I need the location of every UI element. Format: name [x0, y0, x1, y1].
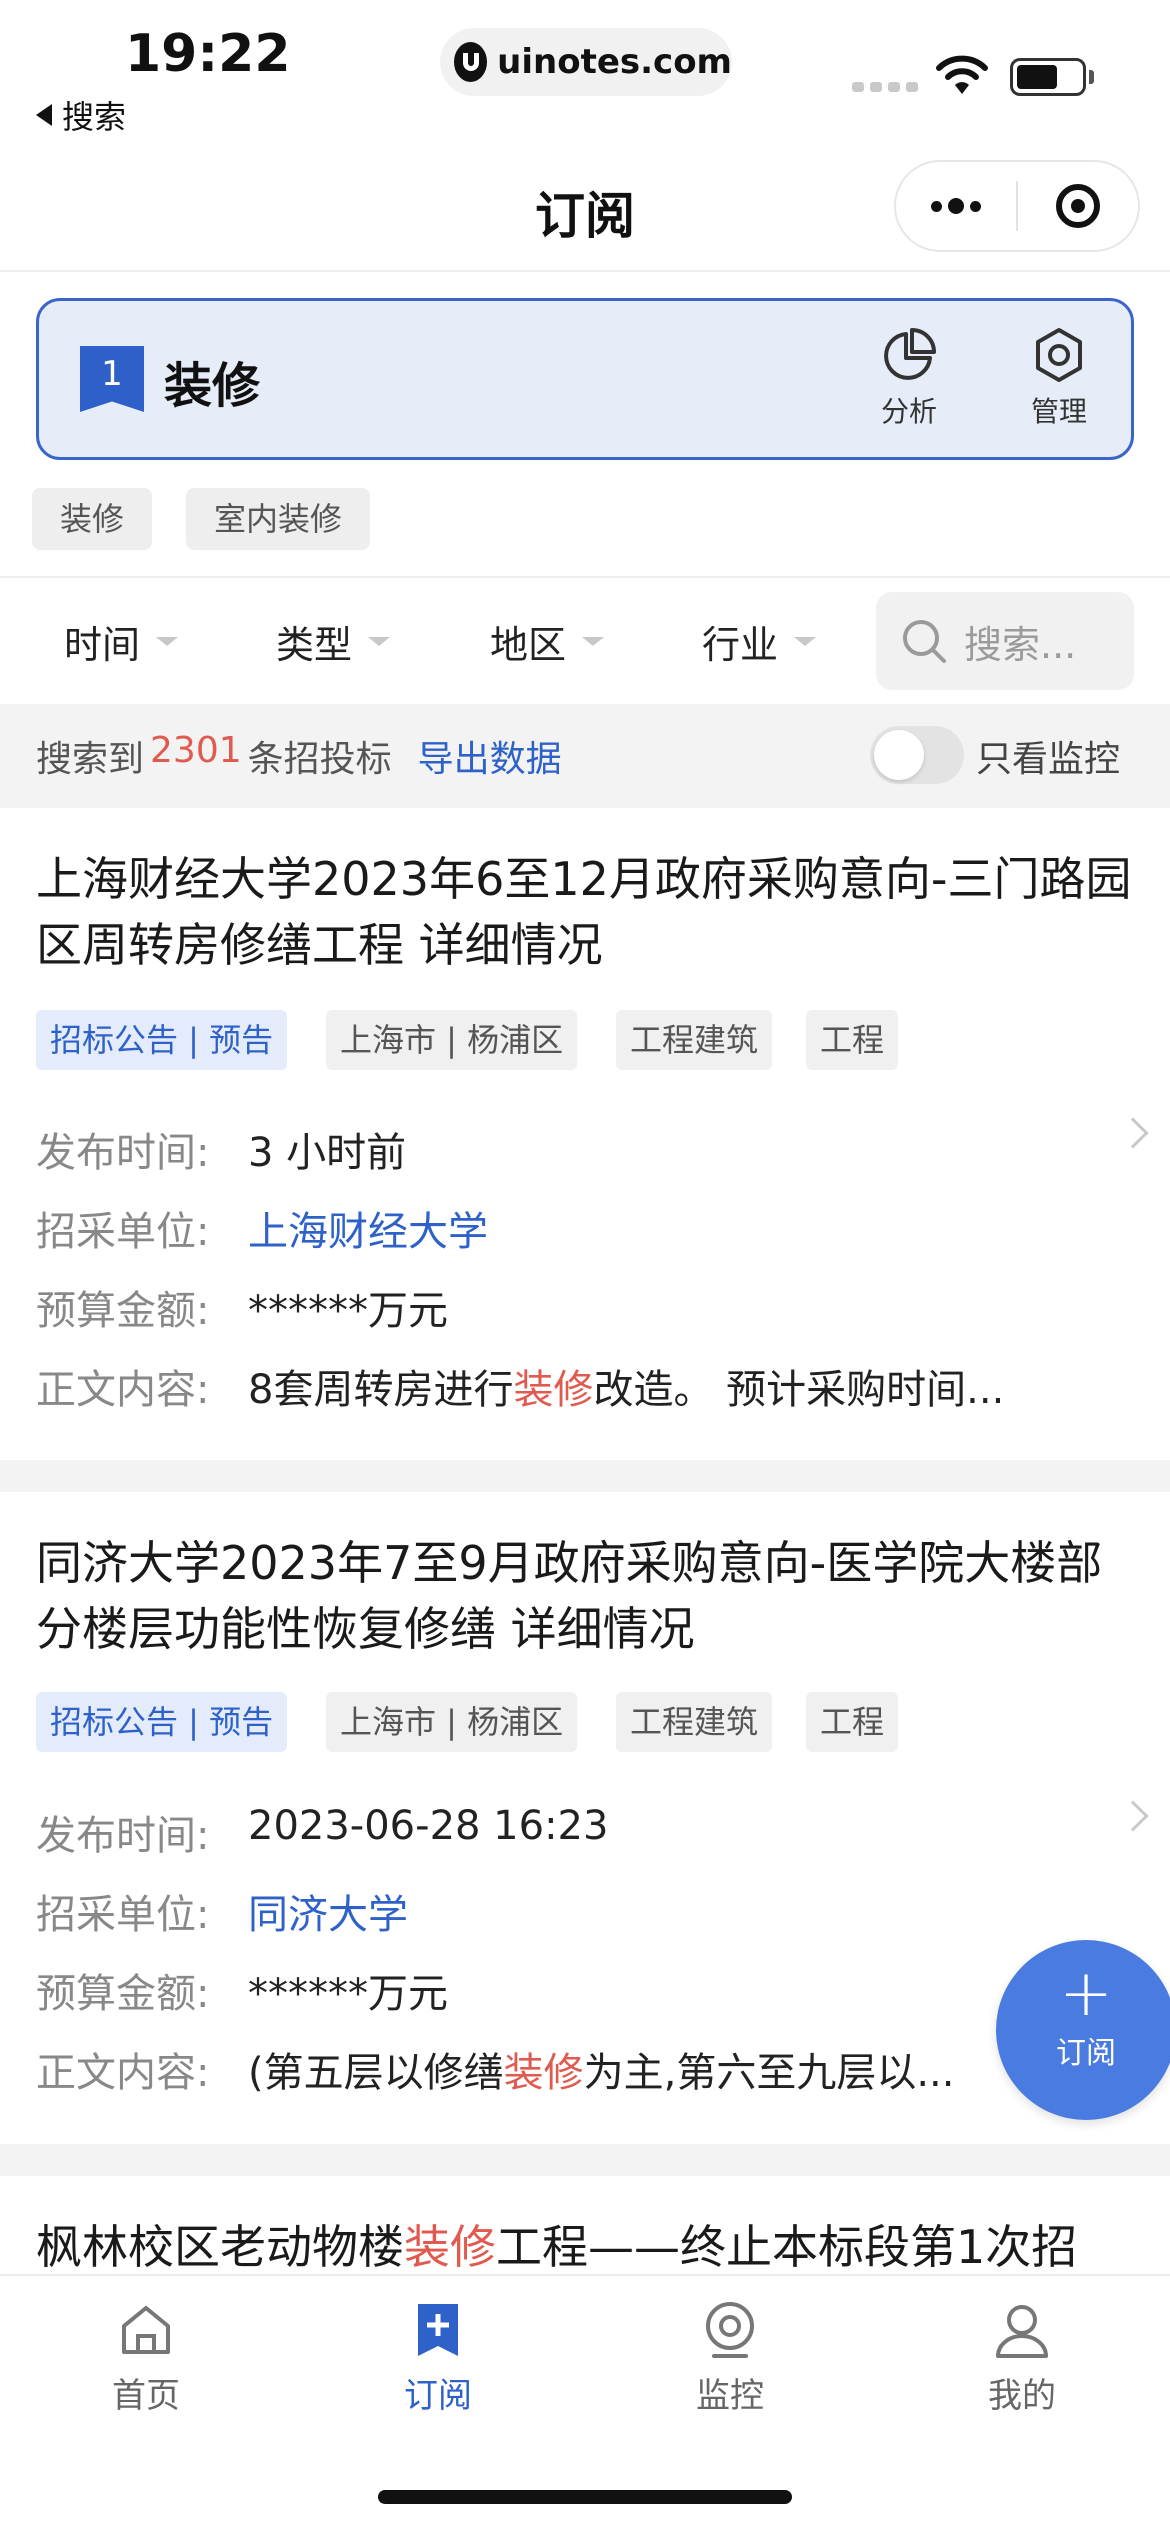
tab-monitor[interactable]: 监控: [630, 2300, 830, 2417]
close-miniprogram-button[interactable]: [1018, 162, 1138, 250]
home-indicator: [378, 2490, 792, 2504]
item-gap: [0, 2144, 1170, 2176]
back-arrow-icon: [36, 104, 52, 126]
purchaser-link[interactable]: 上海财经大学: [248, 1199, 1078, 1257]
listing-tag-region: 上海市 | 杨浦区: [326, 1010, 578, 1070]
webcam-icon: [706, 2302, 754, 2358]
gear-icon: [1036, 328, 1082, 382]
monitor-only-toggle[interactable]: [870, 726, 964, 784]
user-icon: [996, 2305, 1048, 2358]
analyze-button[interactable]: 分析: [854, 326, 964, 430]
back-to-search-link[interactable]: 搜索: [36, 92, 126, 138]
url-text: uinotes.com: [497, 42, 732, 82]
search-icon: [903, 620, 946, 663]
analyze-label: 分析: [880, 395, 937, 428]
filter-region-dropdown[interactable]: 地区: [490, 614, 605, 669]
manage-label: 管理: [1030, 395, 1087, 428]
wifi-icon: [936, 55, 988, 94]
listing-purchaser: 招采单位: 同济大学: [36, 1882, 1078, 1940]
caret-down-icon: [368, 637, 391, 646]
filter-type-dropdown[interactable]: 类型: [276, 614, 391, 669]
listing-title[interactable]: 上海财经大学2023年6至12月政府采购意向-三门路园区周转房修缮工程 详细情况: [36, 846, 1136, 978]
caret-down-icon: [794, 637, 817, 646]
export-data-link[interactable]: 导出数据: [418, 730, 562, 782]
listing-purchaser: 招采单位: 上海财经大学: [36, 1199, 1078, 1257]
filter-label: 地区: [490, 623, 567, 667]
result-count: 2301: [150, 730, 242, 771]
url-pill[interactable]: uinotes.com: [440, 28, 732, 96]
tab-mine[interactable]: 我的: [922, 2300, 1122, 2417]
listing-publish-time: 发布时间: 2023-06-28 16:23: [36, 1803, 609, 1859]
manage-button[interactable]: 管理: [1004, 326, 1114, 430]
listing-tag-notice: 招标公告 | 预告: [36, 1010, 288, 1070]
fab-label: 订阅: [1056, 2036, 1116, 2071]
listing-tag-industry: 工程建筑: [616, 1010, 773, 1070]
keyword-tag: 室内装修: [186, 488, 371, 550]
cellular-signal-icon: [852, 82, 918, 92]
miniprogram-capsule: [894, 160, 1140, 252]
caret-down-icon: [156, 637, 179, 646]
home-icon: [122, 2306, 170, 2354]
chevron-right-icon[interactable]: [1117, 1117, 1149, 1149]
listing-title[interactable]: 枫林校区老动物楼装修工程——终止本标段第1次招: [36, 2214, 1136, 2280]
result-summary: 搜索到 2301 条招投标 导出数据: [36, 730, 562, 782]
listing-tag-notice: 招标公告 | 预告: [36, 1692, 288, 1752]
site-logo-icon: [454, 42, 488, 82]
plus-icon: +: [1059, 1957, 1113, 2031]
listing-tag-category: 工程: [806, 1010, 899, 1070]
search-input[interactable]: 搜索...: [876, 592, 1134, 690]
listing-content: 正文内容: (第五层以修缮装修为主,第六至九层以...: [36, 2050, 955, 2096]
keyword-tag: 装修: [32, 488, 153, 550]
caret-down-icon: [582, 637, 605, 646]
result-prefix: 搜索到: [36, 739, 145, 780]
pie-chart-icon: [884, 328, 936, 380]
listing-tag-industry: 工程建筑: [616, 1692, 773, 1752]
item-gap: [0, 1460, 1170, 1492]
purchaser-link[interactable]: 同济大学: [248, 1882, 1078, 1940]
subscribe-bookmark-icon: [418, 2304, 458, 2356]
listing-budget: 预算金额: ******万元: [36, 1971, 448, 2017]
listing-publish-time: 发布时间: 3 小时前: [36, 1130, 407, 1176]
nav-divider: [0, 270, 1170, 272]
filter-time-dropdown[interactable]: 时间: [64, 614, 179, 669]
chevron-right-icon[interactable]: [1117, 1800, 1149, 1832]
battery-icon: [1010, 58, 1086, 96]
filter-label: 行业: [702, 623, 779, 667]
section-divider: [0, 576, 1170, 578]
tab-subscribe[interactable]: 订阅: [338, 2300, 538, 2417]
add-subscription-button[interactable]: + 订阅: [996, 1940, 1170, 2120]
filter-industry-dropdown[interactable]: 行业: [702, 614, 817, 669]
listing-title[interactable]: 同济大学2023年7至9月政府采购意向-医学院大楼部分楼层功能性恢复修缮 详细情…: [36, 1530, 1136, 1662]
filter-label: 时间: [64, 623, 141, 667]
status-time: 19:22: [125, 24, 291, 84]
more-dots-icon: [931, 198, 981, 214]
more-menu-button[interactable]: [896, 162, 1016, 250]
monitor-only-label: 只看监控: [976, 739, 1121, 780]
listing-content: 正文内容: 8套周转房进行装修改造。 预计采购时间...: [36, 1367, 1005, 1413]
search-placeholder: 搜索...: [964, 622, 1077, 667]
listing-tag-region: 上海市 | 杨浦区: [326, 1692, 578, 1752]
result-suffix: 条招投标: [247, 739, 392, 780]
listing-tag-category: 工程: [806, 1692, 899, 1752]
target-circle-icon: [1056, 184, 1100, 228]
tab-home[interactable]: 首页: [46, 2300, 246, 2417]
battery-cap: [1089, 70, 1094, 84]
filter-label: 类型: [276, 623, 353, 667]
back-label: 搜索: [62, 98, 127, 136]
subscription-name: 装修: [164, 358, 261, 414]
listing-budget: 预算金额: ******万元: [36, 1288, 448, 1334]
